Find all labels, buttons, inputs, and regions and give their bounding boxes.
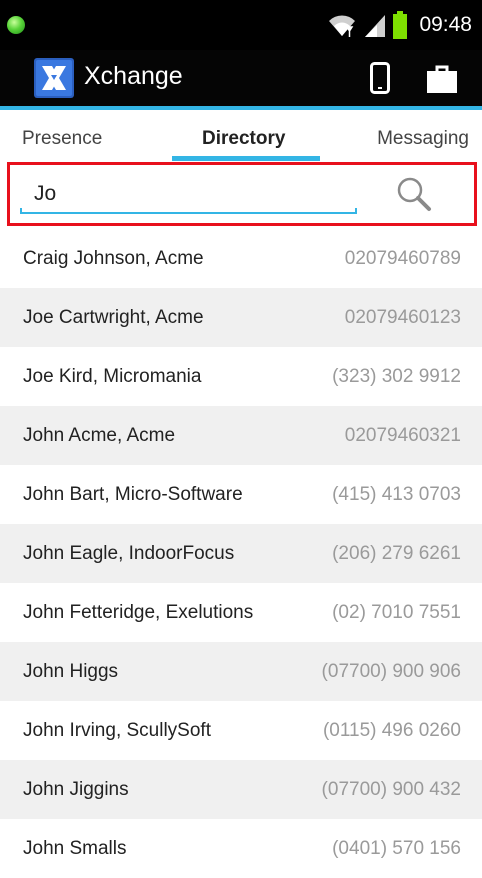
list-item[interactable]: John Eagle, IndoorFocus (206) 279 6261 [0, 524, 482, 583]
contact-phone: (323) 302 9912 [332, 366, 461, 387]
status-time: 09:48 [419, 13, 472, 36]
contact-name: John Acme, Acme [23, 425, 176, 446]
contact-name: John Irving, ScullySoft [23, 720, 211, 741]
contact-phone: 02079460123 [344, 307, 461, 328]
list-item[interactable]: Joe Kird, Micromania (323) 302 9912 [0, 347, 482, 406]
contact-name: John Higgs [23, 661, 119, 682]
xchange-logo-icon [34, 58, 74, 98]
contact-phone: 02079460321 [344, 425, 461, 446]
briefcase-icon [427, 65, 457, 93]
cell-signal-icon [365, 15, 386, 37]
list-item[interactable]: Craig Johnson, Acme 02079460789 [0, 229, 482, 288]
contact-phone: (415) 413 0703 [332, 484, 461, 505]
contact-phone: (206) 279 6261 [332, 543, 461, 564]
list-item[interactable]: Joe Cartwright, Acme 02079460123 [0, 288, 482, 347]
list-item[interactable]: John Fetteridge, Exelutions (02) 7010 755… [0, 583, 482, 642]
contact-phone: (0401) 570 156 [332, 838, 461, 859]
tab-selected-indicator [172, 156, 320, 161]
contact-phone: (0115) 496 0260 [322, 720, 461, 741]
wifi-icon [329, 15, 356, 37]
search-underline [20, 208, 357, 214]
directory-list: Craig Johnson, Acme 02079460789 Joe Cartwr… [0, 229, 482, 878]
contact-name: John Smalls [23, 838, 127, 859]
tab-presence[interactable]: Presence [22, 128, 102, 150]
list-item[interactable]: John Irving, ScullySoft (0115) 496 0260 [0, 701, 482, 760]
contact-name: John Jiggins [23, 779, 129, 800]
contact-name: John Fetteridge, Exelutions [23, 602, 254, 623]
briefcase-button[interactable] [420, 56, 464, 100]
notification-dot-icon [7, 16, 25, 34]
search-box [7, 162, 477, 226]
contact-name: Joe Kird, Micromania [23, 366, 202, 387]
contact-phone: 02079460789 [344, 248, 461, 269]
contact-name: John Eagle, IndoorFocus [23, 543, 235, 564]
search-icon[interactable] [393, 173, 435, 215]
phone-button[interactable] [358, 56, 402, 100]
battery-icon [393, 11, 408, 39]
tab-messaging[interactable]: Messaging [377, 128, 469, 150]
action-bar: Xchange [0, 50, 482, 106]
phone-icon [370, 62, 390, 94]
list-item[interactable]: John Smalls (0401) 570 156 [0, 819, 482, 878]
app-title: Xchange [84, 62, 183, 90]
list-item[interactable]: John Higgs (07700) 900 906 [0, 642, 482, 701]
list-item[interactable]: John Acme, Acme 02079460321 [0, 406, 482, 465]
search-input[interactable] [28, 178, 358, 210]
contact-name: John Bart, Micro-Software [23, 484, 243, 505]
contact-name: Craig Johnson, Acme [23, 248, 204, 269]
contact-phone: (02) 7010 7551 [332, 602, 461, 623]
contact-phone: (07700) 900 432 [321, 779, 461, 800]
status-bar: 09:48 [0, 0, 482, 50]
list-item[interactable]: John Jiggins (07700) 900 432 [0, 760, 482, 819]
contact-name: Joe Cartwright, Acme [23, 307, 204, 328]
tab-directory[interactable]: Directory [202, 128, 285, 150]
tab-bar: Presence Directory Messaging [0, 110, 482, 162]
contact-phone: (07700) 900 906 [321, 661, 461, 682]
list-item[interactable]: John Bart, Micro-Software (415) 413 0703 [0, 465, 482, 524]
status-icons: 09:48 [327, 10, 472, 40]
